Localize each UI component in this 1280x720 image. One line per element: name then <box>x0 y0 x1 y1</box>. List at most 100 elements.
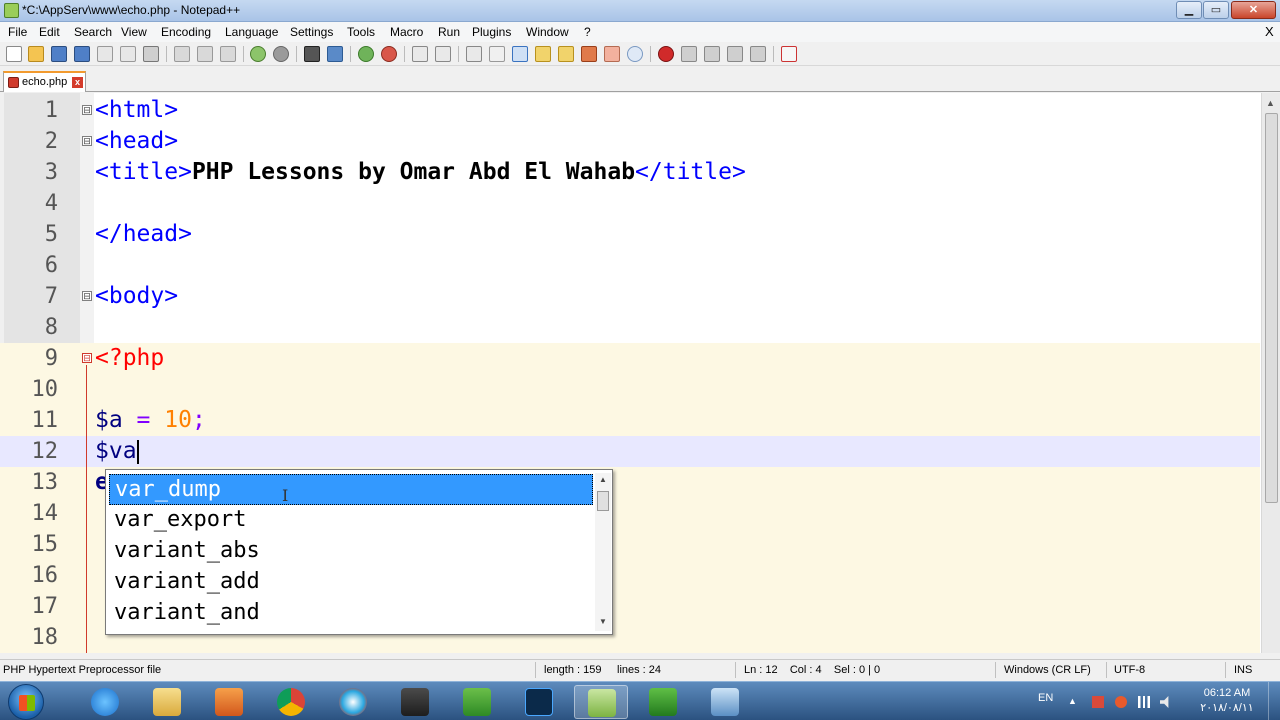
toolbar-separator <box>296 46 297 62</box>
autocomplete-item[interactable]: variant_and <box>109 598 593 629</box>
autocomplete-list[interactable]: var_dump var_export variant_abs variant_… <box>105 469 613 635</box>
fold-toggle-icon[interactable]: ⊟ <box>82 136 92 146</box>
taskbar-media-player[interactable] <box>202 685 256 719</box>
autocomplete-item[interactable]: var_export <box>109 505 593 536</box>
find-icon[interactable] <box>304 46 320 62</box>
menu-edit[interactable]: Edit <box>39 25 60 39</box>
sync-vertical-icon[interactable] <box>412 46 428 62</box>
show-desktop-button[interactable] <box>1268 682 1280 720</box>
close-all-icon[interactable] <box>120 46 136 62</box>
line-number: 7 <box>44 284 58 309</box>
minimize-button[interactable]: ▁ <box>1176 1 1202 19</box>
fold-toggle-icon[interactable]: ⊟ <box>82 353 92 363</box>
close-button[interactable]: ✕ <box>1231 1 1276 19</box>
scroll-up-arrow-icon[interactable]: ▲ <box>599 475 607 484</box>
scrollbar-thumb[interactable] <box>597 491 609 511</box>
menu-macro[interactable]: Macro <box>390 25 423 39</box>
scroll-up-arrow-icon[interactable]: ▲ <box>1266 98 1275 108</box>
menu-settings[interactable]: Settings <box>290 25 333 39</box>
word-wrap-icon[interactable] <box>466 46 482 62</box>
indent-guide-icon[interactable] <box>512 46 528 62</box>
maximize-button[interactable]: ▭ <box>1203 1 1229 19</box>
open-file-icon[interactable] <box>28 46 44 62</box>
line-number: 6 <box>44 253 58 278</box>
insert-mode-label[interactable]: INS <box>1234 664 1252 676</box>
zoom-out-icon[interactable] <box>381 46 397 62</box>
stop-macro-icon[interactable] <box>681 46 697 62</box>
new-file-icon[interactable] <box>6 46 22 62</box>
taskbar-media-player-classic[interactable] <box>388 685 442 719</box>
save-macro-icon[interactable] <box>750 46 766 62</box>
menu-search[interactable]: Search <box>74 25 112 39</box>
run-macro-multiple-icon[interactable] <box>727 46 743 62</box>
start-button[interactable] <box>8 684 44 720</box>
redo-icon[interactable] <box>273 46 289 62</box>
taskbar-file-explorer[interactable] <box>140 685 194 719</box>
menu-encoding[interactable]: Encoding <box>161 25 211 39</box>
eol-format-label[interactable]: Windows (CR LF) <box>1004 664 1091 676</box>
fold-toggle-icon[interactable]: ⊟ <box>82 105 92 115</box>
save-icon[interactable] <box>51 46 67 62</box>
scrollbar-thumb[interactable] <box>1265 113 1278 503</box>
scroll-down-arrow-icon[interactable]: ▼ <box>599 617 607 626</box>
close-document-button[interactable]: X <box>1265 24 1274 39</box>
clock[interactable]: 06:12 AM ٢٠١٨/٠٨/١١ <box>1193 686 1261 716</box>
taskbar-notepad-plus-plus[interactable] <box>574 685 628 719</box>
autocomplete-scrollbar[interactable]: ▲ ▼ <box>595 473 611 631</box>
autocomplete-item[interactable]: variant_abs <box>109 536 593 567</box>
menu-tools[interactable]: Tools <box>347 25 375 39</box>
menu-language[interactable]: Language <box>225 25 278 39</box>
tab-echo-php[interactable]: echo.php x <box>3 71 86 92</box>
print-icon[interactable] <box>143 46 159 62</box>
show-all-characters-icon[interactable] <box>489 46 505 62</box>
taskbar-skype[interactable] <box>326 685 380 719</box>
menu-file[interactable]: File <box>8 25 27 39</box>
menu-window[interactable]: Window <box>526 25 569 39</box>
menu-view[interactable]: View <box>121 25 147 39</box>
taskbar-photoshop[interactable] <box>512 685 566 719</box>
menu-run[interactable]: Run <box>438 25 460 39</box>
tab-close-icon[interactable]: x <box>72 77 83 88</box>
vertical-scrollbar[interactable]: ▲ <box>1261 93 1280 653</box>
taskbar-camtasia-recorder[interactable] <box>636 685 690 719</box>
play-macro-icon[interactable] <box>704 46 720 62</box>
line-number: 9 <box>44 346 58 371</box>
record-macro-icon[interactable] <box>658 46 674 62</box>
close-file-icon[interactable] <box>97 46 113 62</box>
function-list-icon[interactable] <box>581 46 597 62</box>
cut-icon[interactable] <box>174 46 190 62</box>
action-center-icon[interactable] <box>1092 696 1104 708</box>
save-all-icon[interactable] <box>74 46 90 62</box>
monitoring-eye-icon[interactable] <box>627 46 643 62</box>
network-icon[interactable] <box>1138 696 1150 708</box>
fold-toggle-icon[interactable]: ⊟ <box>82 291 92 301</box>
paste-icon[interactable] <box>220 46 236 62</box>
folder-as-workspace-icon[interactable] <box>604 46 620 62</box>
internet-explorer-icon <box>91 688 119 716</box>
tab-label: echo.php <box>22 76 68 88</box>
copy-icon[interactable] <box>197 46 213 62</box>
taskbar-internet-explorer[interactable] <box>78 685 132 719</box>
spell-check-icon[interactable] <box>781 46 797 62</box>
undo-icon[interactable] <box>250 46 266 62</box>
input-language-indicator[interactable]: EN <box>1038 692 1053 704</box>
language-define-icon[interactable] <box>535 46 551 62</box>
tray-app-icon[interactable] <box>1115 696 1127 708</box>
length-label: length : 159 <box>544 664 602 676</box>
volume-icon[interactable] <box>1160 696 1169 708</box>
menu-help[interactable]: ? <box>584 25 591 39</box>
autocomplete-item[interactable]: variant_add <box>109 567 593 598</box>
menu-plugins[interactable]: Plugins <box>472 25 511 39</box>
zoom-in-icon[interactable] <box>358 46 374 62</box>
taskbar-remote-desktop[interactable] <box>698 685 752 719</box>
taskbar-camtasia[interactable] <box>450 685 504 719</box>
autocomplete-item-selected[interactable]: var_dump <box>109 474 593 505</box>
sync-horizontal-icon[interactable] <box>435 46 451 62</box>
taskbar-chrome[interactable] <box>264 685 318 719</box>
document-map-icon[interactable] <box>558 46 574 62</box>
line-number: 16 <box>31 563 59 588</box>
encoding-label[interactable]: UTF-8 <box>1114 664 1145 676</box>
replace-icon[interactable] <box>327 46 343 62</box>
code-line: 11 $a = 10; <box>0 405 1260 436</box>
show-hidden-icons-icon[interactable]: ▲ <box>1068 696 1080 708</box>
